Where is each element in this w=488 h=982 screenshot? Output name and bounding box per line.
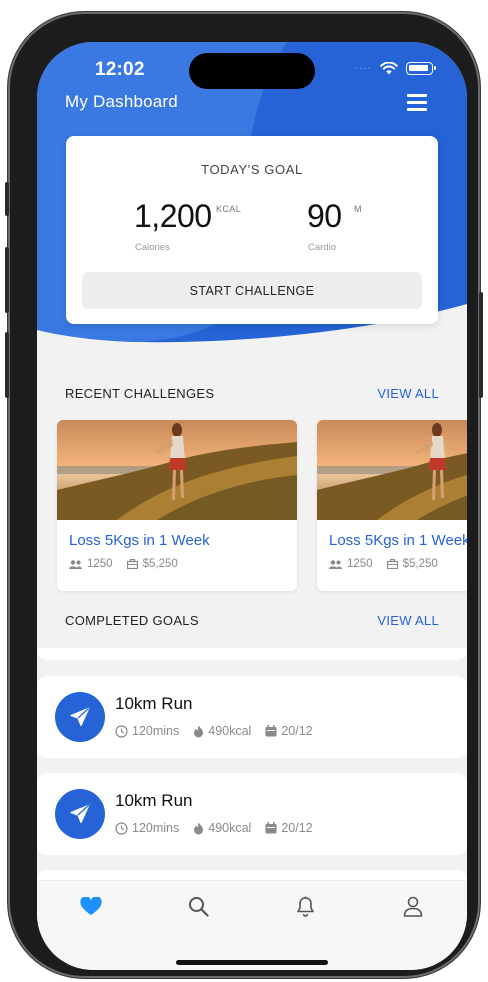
power-button (479, 292, 483, 398)
challenge-meta: 1250 $5,250 (69, 558, 178, 570)
wifi-icon (380, 62, 398, 75)
prize-icon (126, 559, 138, 569)
start-challenge-button[interactable]: START CHALLENGE (82, 272, 422, 309)
flame-icon (194, 822, 204, 834)
goal-name: 10km Run (115, 791, 193, 810)
completed-goals-header: COMPLETED GOALS VIEW ALL (65, 613, 439, 628)
calendar-icon (265, 725, 277, 737)
dynamic-island (189, 53, 315, 89)
clock-icon (115, 724, 128, 738)
cardio-label: Cardio (308, 242, 336, 253)
tab-profile[interactable] (400, 893, 426, 919)
volume-up-button (5, 247, 9, 313)
recent-challenges-title: RECENT CHALLENGES (65, 386, 215, 401)
phone-frame: 12:02 ···· My Dashboard TODAY'S GOAL 1,2… (5, 12, 483, 978)
battery-icon (406, 62, 436, 75)
cardio-value: 90 (307, 198, 342, 234)
challenge-name: Loss 5Kgs in 1 Week (329, 532, 467, 549)
heart-icon (80, 896, 102, 915)
completed-goals-title: COMPLETED GOALS (65, 613, 199, 628)
challenge-participants: 1250 (347, 558, 373, 570)
status-icons: ···· (354, 62, 436, 75)
challenge-prize: $5,250 (402, 558, 438, 570)
paper-plane-icon (55, 789, 105, 839)
goal-meta: 120mins 490kcal 20/12 (115, 821, 313, 835)
calories-unit: KCAL (216, 204, 242, 214)
page-title: My Dashboard (65, 92, 178, 111)
tab-favorites[interactable] (78, 893, 104, 919)
people-icon (329, 559, 342, 569)
cardio-metric: 90 M Cardio (307, 198, 362, 253)
user-icon (403, 896, 423, 917)
goal-calories: 490kcal (208, 724, 252, 738)
challenge-image-runner (57, 420, 297, 520)
home-indicator[interactable] (176, 960, 328, 965)
challenge-image-runner (317, 420, 467, 520)
challenge-card[interactable]: Loss 5Kgs in 1 Week 1250 $5,250 (57, 420, 297, 591)
goal-list-edge (37, 648, 467, 660)
goal-date: 20/12 (281, 821, 313, 835)
recent-challenges-header: RECENT CHALLENGES VIEW ALL (65, 386, 439, 401)
goal-meta: 120mins 490kcal 20/12 (115, 724, 313, 738)
hamburger-menu-icon[interactable] (407, 94, 427, 111)
search-icon (188, 896, 209, 917)
calories-label: Calories (135, 242, 170, 253)
goal-calories: 490kcal (208, 821, 252, 835)
status-bar: 12:02 ···· (37, 42, 467, 96)
signal-dots-icon: ···· (354, 63, 372, 74)
challenge-prize: $5,250 (142, 558, 178, 570)
status-time: 12:02 (95, 59, 145, 80)
people-icon (69, 559, 82, 569)
challenge-name: Loss 5Kgs in 1 Week (69, 532, 210, 549)
cardio-unit: M (354, 204, 362, 214)
bottom-tab-bar (37, 880, 467, 970)
completed-goals-view-all-link[interactable]: VIEW ALL (377, 613, 439, 628)
goal-duration: 120mins (132, 724, 180, 738)
goal-card-title: TODAY'S GOAL (201, 162, 303, 177)
goal-duration: 120mins (132, 821, 180, 835)
completed-goal-row[interactable]: 10km Run 120mins 490kcal 20/12 (37, 773, 467, 855)
todays-goal-card: TODAY'S GOAL 1,200 KCAL Calories 90 M Ca… (66, 136, 438, 324)
challenge-card[interactable]: Loss 5Kgs in 1 Week 1250 $5,250 (317, 420, 467, 591)
tab-search[interactable] (185, 893, 211, 919)
prize-icon (386, 559, 398, 569)
challenge-meta: 1250 $5,250 (329, 558, 438, 570)
bell-icon (296, 896, 314, 917)
tab-notifications[interactable] (292, 893, 318, 919)
flame-icon (194, 725, 204, 737)
goal-date: 20/12 (281, 724, 313, 738)
calendar-icon (265, 822, 277, 834)
calories-metric: 1,200 KCAL Calories (134, 198, 241, 253)
challenge-participants: 1250 (87, 558, 113, 570)
completed-goal-row[interactable]: 10km Run 120mins 490kcal 20/12 (37, 676, 467, 758)
paper-plane-icon (55, 692, 105, 742)
calories-value: 1,200 (134, 198, 212, 234)
recent-challenges-view-all-link[interactable]: VIEW ALL (377, 386, 439, 401)
volume-down-button (5, 332, 9, 398)
clock-icon (115, 821, 128, 835)
goal-name: 10km Run (115, 694, 193, 713)
mute-switch (5, 182, 9, 216)
screen: 12:02 ···· My Dashboard TODAY'S GOAL 1,2… (37, 42, 467, 970)
